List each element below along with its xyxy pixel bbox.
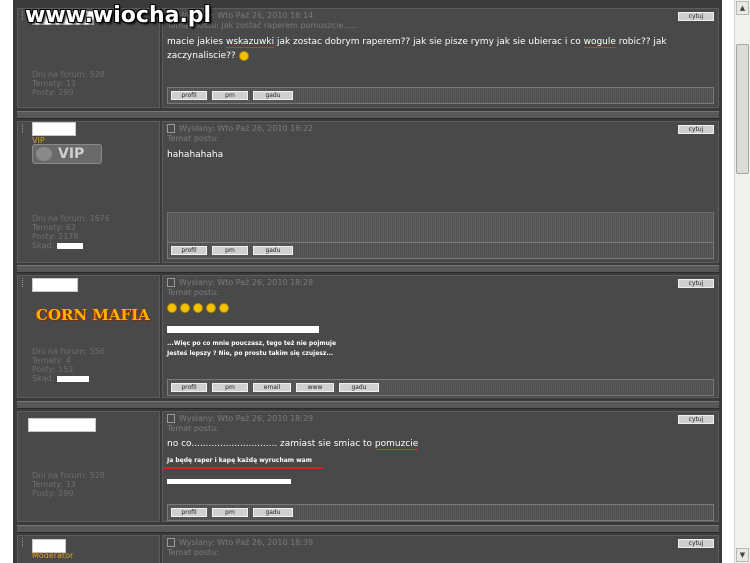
scroll-down-icon[interactable]: ▼ — [736, 548, 749, 562]
quote-button[interactable]: cytuj — [678, 539, 714, 548]
user-stats: Dni na forum: 1676 Tematy: 62 Posty: 217… — [32, 214, 110, 250]
message-panel: Wysłany: Wto Paź 26, 2010 18:14 Temat po… — [162, 8, 719, 108]
message-panel: Wysłany: Wto Paź 26, 2010 18:22 Temat po… — [162, 121, 719, 263]
pm-button[interactable]: pm — [212, 91, 248, 100]
post: Moderator Wysłany: Wto Paź 26, 2010 18:3… — [17, 535, 719, 563]
signature-redacted — [167, 479, 291, 484]
forum-thread: Dni na forum: 528 Tematy: 13 Posty: 299 … — [13, 0, 722, 563]
post-meta: Wysłany: Wto Paź 26, 2010 18:29 Temat po… — [167, 414, 314, 433]
vip-badge: VIP — [32, 144, 102, 164]
post-separator — [17, 525, 719, 533]
grin-emoji-icon — [205, 302, 216, 313]
post-meta: Wysłany: Wto Paź 26, 2010 18:22 Temat po… — [167, 124, 314, 143]
quote-button[interactable]: cytuj — [678, 415, 714, 424]
user-avatar-logo: CORN MAFIA — [36, 306, 150, 324]
grin-emoji-icon — [192, 302, 203, 313]
location-redacted — [56, 242, 83, 249]
post-actions: profil pm gadu — [167, 504, 714, 521]
post-actions: profil pm email www gadu — [167, 379, 714, 396]
user-panel: CORN MAFIA Dni na forum: 556 Tematy: 4 P… — [17, 275, 160, 398]
gadu-button[interactable]: gadu — [253, 246, 293, 255]
grin-emoji-icon — [167, 302, 177, 313]
post-body: macie jakies wskazuwki jak zostac dobrym… — [167, 37, 667, 61]
watermark-logo: www.wiocha.pl — [25, 3, 212, 28]
www-button[interactable]: www — [296, 383, 334, 392]
signature-text: ...Więc po co mnie pouczasz, tego też ni… — [167, 340, 337, 357]
email-button[interactable]: email — [253, 383, 291, 392]
post-icon — [167, 278, 175, 287]
post-icon — [167, 124, 175, 133]
signature-text: Ja będę raper i kapę każdą wyrucham wam — [167, 457, 312, 464]
profile-button[interactable]: profil — [171, 383, 207, 392]
profile-button[interactable]: profil — [171, 508, 207, 517]
post-actions: profil pm gadu — [167, 242, 714, 259]
signature-redacted — [167, 326, 319, 333]
message-panel: Wysłany: Wto Paź 26, 2010 18:29 Temat po… — [162, 411, 719, 522]
username-redacted — [32, 278, 78, 292]
quote-button[interactable]: cytuj — [678, 279, 714, 288]
grin-emoji-icon — [218, 302, 229, 313]
username-redacted — [32, 122, 76, 136]
post-icon — [167, 414, 175, 423]
post-icon — [167, 538, 175, 547]
message-panel: Wysłany: Wto Paź 26, 2010 18:39 Temat po… — [162, 535, 719, 563]
post-separator — [17, 111, 719, 119]
quote-button[interactable]: cytuj — [678, 12, 714, 21]
post-actions: profil pm gadu — [167, 87, 714, 104]
scroll-up-icon[interactable]: ▲ — [736, 1, 749, 15]
red-underline — [163, 467, 323, 469]
signature-area — [167, 212, 714, 243]
user-stats: Dni na forum: 556 Tematy: 4 Posty: 152 S… — [32, 347, 105, 383]
user-panel: Dni na forum: 528 Tematy: 13 Posty: 299 — [17, 411, 160, 522]
post: Dni na forum: 528 Tematy: 13 Posty: 299 … — [17, 411, 719, 522]
post-body: no co.............................. zami… — [167, 439, 419, 450]
pm-button[interactable]: pm — [212, 383, 248, 392]
gadu-button[interactable]: gadu — [253, 508, 293, 517]
post-meta: Wysłany: Wto Paź 26, 2010 18:28 Temat po… — [167, 278, 314, 297]
post-body — [167, 301, 229, 315]
post: VIP VIP Dni na forum: 1676 Tematy: 62 Po… — [17, 121, 719, 263]
grin-emoji-icon — [179, 302, 190, 313]
user-stats: Dni na forum: 528 Tematy: 13 Posty: 299 — [32, 70, 105, 97]
username-redacted — [28, 418, 96, 432]
vip-emblem-icon — [36, 147, 52, 161]
user-stats: Dni na forum: 528 Tematy: 13 Posty: 299 — [32, 471, 105, 498]
drag-handle-icon — [22, 278, 26, 287]
gadu-button[interactable]: gadu — [253, 91, 293, 100]
scroll-thumb[interactable] — [736, 44, 749, 174]
profile-button[interactable]: profil — [171, 246, 207, 255]
pm-button[interactable]: pm — [212, 508, 248, 517]
drag-handle-icon — [22, 124, 26, 133]
user-panel: VIP VIP Dni na forum: 1676 Tematy: 62 Po… — [17, 121, 160, 263]
gadu-button[interactable]: gadu — [339, 383, 379, 392]
confused-emoji-icon — [238, 50, 249, 61]
drag-handle-icon — [22, 538, 26, 547]
post-body: hahahahaha — [167, 150, 224, 160]
post-separator — [17, 401, 719, 409]
vertical-scrollbar[interactable]: ▲ ▼ — [734, 0, 750, 563]
message-panel: Wysłany: Wto Paź 26, 2010 18:28 Temat po… — [162, 275, 719, 398]
pm-button[interactable]: pm — [212, 246, 248, 255]
user-rank: Moderator — [32, 551, 74, 560]
location-redacted — [56, 375, 89, 382]
quote-button[interactable]: cytuj — [678, 125, 714, 134]
profile-button[interactable]: profil — [171, 91, 207, 100]
post-separator — [17, 265, 719, 273]
post: CORN MAFIA Dni na forum: 556 Tematy: 4 P… — [17, 275, 719, 398]
post-meta: Wysłany: Wto Paź 26, 2010 18:39 Temat po… — [167, 538, 314, 557]
user-panel: Moderator — [17, 535, 160, 563]
